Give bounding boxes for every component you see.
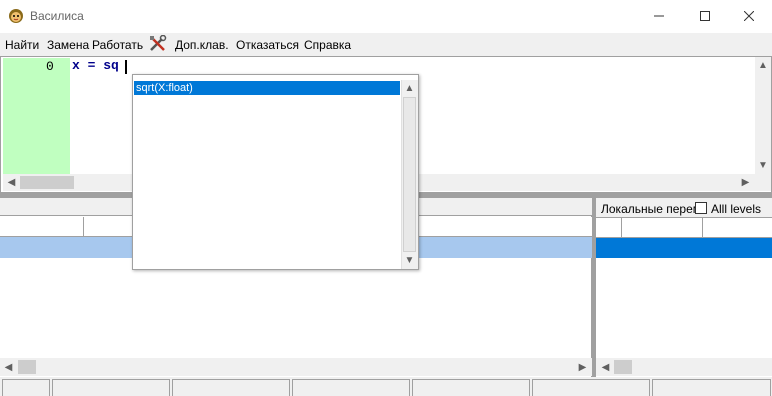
variables-grid-header: [596, 218, 772, 238]
autocomplete-item[interactable]: sqrt(X:float): [134, 81, 400, 95]
all-levels-label[interactable]: Alll levels: [711, 202, 761, 216]
autocomplete-popup: [132, 74, 419, 270]
scroll-down-icon[interactable]: ▼: [401, 252, 418, 269]
status-cell: [52, 379, 170, 396]
scroll-up-icon[interactable]: ▲: [755, 57, 771, 74]
all-levels-checkbox[interactable]: [695, 202, 707, 214]
scroll-left-icon[interactable]: ◀: [0, 358, 17, 376]
menu-replace[interactable]: Замена: [47, 38, 89, 52]
close-button[interactable]: [726, 0, 772, 33]
status-cell: [532, 379, 650, 396]
code-line[interactable]: x = sq: [72, 58, 119, 73]
status-cell: [412, 379, 530, 396]
scroll-left-icon[interactable]: ◀: [3, 174, 20, 191]
maximize-button[interactable]: [682, 0, 728, 33]
tools-icon[interactable]: [148, 34, 168, 53]
scroll-right-icon[interactable]: ▶: [574, 358, 591, 376]
scroll-left-icon[interactable]: ◀: [597, 358, 614, 376]
close-icon: [743, 10, 755, 24]
line-number: 0: [46, 59, 54, 74]
status-cell: [652, 379, 771, 396]
status-cell: [2, 379, 50, 396]
maximize-icon: [700, 10, 710, 24]
column-divider[interactable]: [83, 217, 84, 237]
menu-extra-keys[interactable]: Доп.клав.: [175, 38, 229, 52]
menu-find[interactable]: Найти: [5, 38, 39, 52]
scroll-down-icon[interactable]: ▼: [755, 157, 771, 174]
minimize-button[interactable]: [636, 0, 682, 33]
menu-cancel[interactable]: Отказаться: [236, 38, 299, 52]
editor-hscroll-thumb[interactable]: [20, 176, 74, 189]
window-title: Василиса: [30, 9, 84, 23]
scroll-right-icon[interactable]: ▶: [737, 174, 754, 191]
status-cell: [292, 379, 410, 396]
menu-run[interactable]: Работать: [92, 38, 143, 52]
scroll-up-icon[interactable]: ▲: [401, 80, 418, 97]
menu-help[interactable]: Справка: [304, 38, 351, 52]
gnome-face-icon: [8, 8, 24, 24]
variables-hscroll-thumb[interactable]: [614, 360, 632, 374]
output-hscroll-thumb[interactable]: [18, 360, 36, 374]
output-horizontal-scrollbar[interactable]: [0, 358, 592, 376]
minimize-icon: [654, 10, 664, 24]
table-row[interactable]: [596, 238, 772, 258]
line-gutter: [3, 58, 70, 174]
text-caret: [125, 60, 127, 74]
local-variables-label: Локальные переменные: [601, 202, 699, 216]
status-cell: [172, 379, 290, 396]
autocomplete-scroll-thumb[interactable]: [403, 97, 416, 252]
